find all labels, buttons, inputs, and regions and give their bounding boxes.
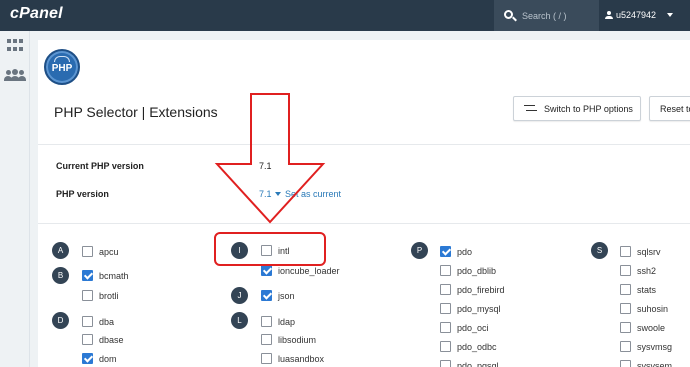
ext-suhosin[interactable]: suhosin xyxy=(620,303,668,314)
checkbox[interactable] xyxy=(82,316,93,327)
checkbox[interactable] xyxy=(82,353,93,364)
users-icon[interactable] xyxy=(4,69,26,81)
reset-to-default-button[interactable]: Reset to xyxy=(649,96,690,121)
search-input[interactable] xyxy=(522,8,592,23)
ext-bcmath[interactable]: bcmath xyxy=(82,270,129,281)
current-php-version-label: Current PHP version xyxy=(56,161,144,171)
ext-ssh2[interactable]: ssh2 xyxy=(620,265,656,276)
ext-ldap[interactable]: ldap xyxy=(261,316,295,327)
checkbox[interactable] xyxy=(82,290,93,301)
ext-brotli[interactable]: brotli xyxy=(82,290,119,301)
ext-sysvmsg[interactable]: sysvmsg xyxy=(620,341,672,352)
chevron-down-icon xyxy=(667,13,674,17)
chevron-down-icon xyxy=(274,192,281,196)
checkbox[interactable] xyxy=(440,265,451,276)
checkbox[interactable] xyxy=(261,265,272,276)
letter-badge-j: J xyxy=(231,287,248,304)
ext-intl[interactable]: intl xyxy=(261,245,290,256)
ext-json[interactable]: json xyxy=(261,290,295,301)
ext-dbase[interactable]: dbase xyxy=(82,334,124,345)
letter-badge-a: A xyxy=(52,242,69,259)
checkbox[interactable] xyxy=(620,360,631,367)
ext-pdo-oci[interactable]: pdo_oci xyxy=(440,322,489,333)
checkbox[interactable] xyxy=(440,341,451,352)
checkbox[interactable] xyxy=(261,316,272,327)
switch-to-php-options-button[interactable]: Switch to PHP options xyxy=(513,96,641,121)
checkbox[interactable] xyxy=(261,290,272,301)
letter-badge-s: S xyxy=(591,242,608,259)
checkbox[interactable] xyxy=(82,334,93,345)
search-box[interactable] xyxy=(494,0,599,31)
ext-ioncube-loader[interactable]: ioncube_loader xyxy=(261,265,340,276)
checkbox[interactable] xyxy=(261,353,272,364)
checkbox[interactable] xyxy=(620,265,631,276)
user-menu[interactable]: u5247942 xyxy=(605,10,674,20)
checkbox[interactable] xyxy=(620,341,631,352)
ext-sysvsem[interactable]: sysvsem xyxy=(620,360,672,367)
php-version-select[interactable]: 7.1 xyxy=(259,189,281,199)
ext-luasandbox[interactable]: luasandbox xyxy=(261,353,324,364)
letter-badge-l: L xyxy=(231,312,248,329)
checkbox[interactable] xyxy=(440,360,451,367)
ext-pdo[interactable]: pdo xyxy=(440,246,472,257)
php-version-label: PHP version xyxy=(56,189,109,199)
letter-badge-d: D xyxy=(52,312,69,329)
ext-apcu[interactable]: apcu xyxy=(82,246,119,257)
checkbox[interactable] xyxy=(440,322,451,333)
checkbox[interactable] xyxy=(620,284,631,295)
letter-badge-p: P xyxy=(411,242,428,259)
username: u5247942 xyxy=(616,10,657,20)
ext-dom[interactable]: dom xyxy=(82,353,117,364)
ext-swoole[interactable]: swoole xyxy=(620,322,665,333)
apps-grid-icon[interactable] xyxy=(7,39,23,53)
divider xyxy=(38,144,690,145)
page-title: PHP Selector | Extensions xyxy=(54,104,218,120)
checkbox[interactable] xyxy=(440,246,451,257)
checkbox[interactable] xyxy=(261,334,272,345)
ext-pdo-mysql[interactable]: pdo_mysql xyxy=(440,303,501,314)
checkbox[interactable] xyxy=(620,246,631,257)
checkbox[interactable] xyxy=(620,303,631,314)
checkbox[interactable] xyxy=(440,303,451,314)
divider xyxy=(38,223,690,224)
checkbox[interactable] xyxy=(440,284,451,295)
current-php-version-value: 7.1 xyxy=(259,161,272,171)
ext-dba[interactable]: dba xyxy=(82,316,114,327)
left-rail xyxy=(0,31,30,367)
page-header: PHP PHP Selector | Extensions Switch to … xyxy=(38,40,690,143)
set-as-current-link[interactable]: Set as current xyxy=(285,189,341,199)
letter-badge-b: B xyxy=(52,267,69,284)
checkbox[interactable] xyxy=(82,246,93,257)
ext-pdo-dblib[interactable]: pdo_dblib xyxy=(440,265,496,276)
user-icon xyxy=(605,11,613,19)
checkbox[interactable] xyxy=(261,245,272,256)
search-icon xyxy=(504,10,513,19)
swap-arrows-icon xyxy=(524,104,537,113)
ext-pdo-odbc[interactable]: pdo_odbc xyxy=(440,341,497,352)
main-panel: PHP PHP Selector | Extensions Switch to … xyxy=(38,40,690,367)
ext-pdo-firebird[interactable]: pdo_firebird xyxy=(440,284,505,295)
ext-libsodium[interactable]: libsodium xyxy=(261,334,316,345)
ext-sqlsrv[interactable]: sqlsrv xyxy=(620,246,661,257)
php-selector-logo: PHP xyxy=(44,49,80,85)
ext-stats[interactable]: stats xyxy=(620,284,656,295)
checkbox[interactable] xyxy=(620,322,631,333)
letter-badge-i: I xyxy=(231,242,248,259)
top-bar: cPanel u5247942 xyxy=(0,0,690,31)
cpanel-logo[interactable]: cPanel xyxy=(10,5,63,23)
checkbox[interactable] xyxy=(82,270,93,281)
ext-pdo-pgsql[interactable]: pdo_pgsql xyxy=(440,360,499,367)
